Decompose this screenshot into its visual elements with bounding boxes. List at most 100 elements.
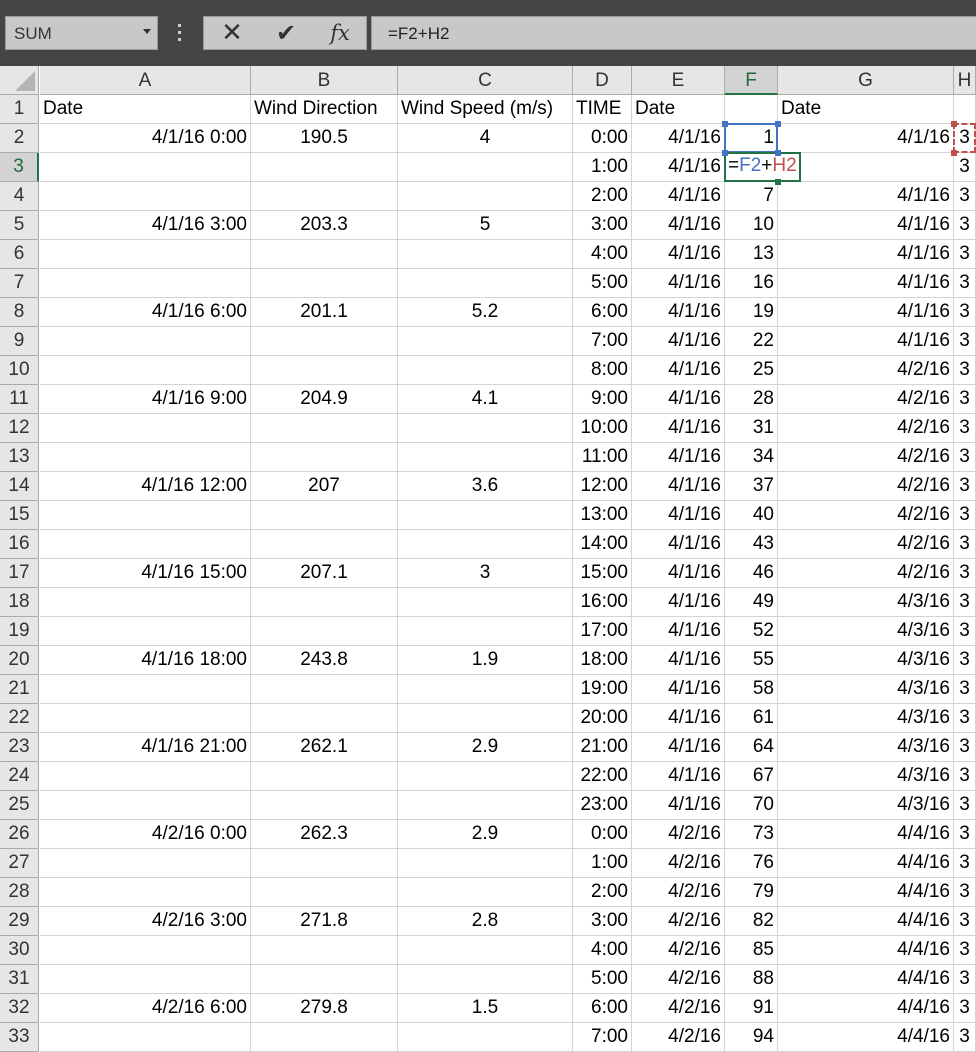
cell-c29[interactable]: 2.8 [398,907,573,936]
cell-c4[interactable] [398,182,573,211]
cell-g2[interactable]: 4/1/16 [778,124,954,153]
cell-f26[interactable]: 73 [725,820,778,849]
cell-f33[interactable]: 94 [725,1023,778,1052]
cell-h18[interactable]: 3 [954,588,976,617]
row-header-13[interactable]: 13 [0,443,39,472]
cell-c17[interactable]: 3 [398,559,573,588]
cell-c30[interactable] [398,936,573,965]
cell-d26[interactable]: 0:00 [573,820,632,849]
cell-d12[interactable]: 10:00 [573,414,632,443]
cell-b7[interactable] [251,269,398,298]
column-header-f[interactable]: F [725,66,778,95]
cell-e4[interactable]: 4/1/16 [632,182,725,211]
row-header-6[interactable]: 6 [0,240,39,269]
cell-c26[interactable]: 2.9 [398,820,573,849]
cell-h24[interactable]: 3 [954,762,976,791]
cell-h26[interactable]: 3 [954,820,976,849]
cell-c5[interactable]: 5 [398,211,573,240]
cancel-icon[interactable]: ✕ [214,17,250,49]
cell-h12[interactable]: 3 [954,414,976,443]
cell-g8[interactable]: 4/1/16 [778,298,954,327]
cell-h21[interactable]: 3 [954,675,976,704]
cell-a13[interactable] [40,443,251,472]
cell-b21[interactable] [251,675,398,704]
cell-e15[interactable]: 4/1/16 [632,501,725,530]
cell-c23[interactable]: 2.9 [398,733,573,762]
row-header-17[interactable]: 17 [0,559,39,588]
reference-handle-h2[interactable] [951,121,957,127]
cell-d21[interactable]: 19:00 [573,675,632,704]
cell-h28[interactable]: 3 [954,878,976,907]
cell-c14[interactable]: 3.6 [398,472,573,501]
cell-g23[interactable]: 4/3/16 [778,733,954,762]
cell-d18[interactable]: 16:00 [573,588,632,617]
cell-h31[interactable]: 3 [954,965,976,994]
cell-c24[interactable] [398,762,573,791]
cell-f11[interactable]: 28 [725,385,778,414]
column-header-a[interactable]: A [40,66,251,95]
row-header-21[interactable]: 21 [0,675,39,704]
cell-f29[interactable]: 82 [725,907,778,936]
cell-b16[interactable] [251,530,398,559]
cell-d23[interactable]: 21:00 [573,733,632,762]
cell-b4[interactable] [251,182,398,211]
row-header-27[interactable]: 27 [0,849,39,878]
cell-a22[interactable] [40,704,251,733]
column-header-h[interactable]: H [954,66,976,95]
cell-f6[interactable]: 13 [725,240,778,269]
cell-h16[interactable]: 3 [954,530,976,559]
cell-c28[interactable] [398,878,573,907]
cell-a28[interactable] [40,878,251,907]
cell-g1[interactable]: Date [778,95,954,124]
cell-b12[interactable] [251,414,398,443]
cell-d20[interactable]: 18:00 [573,646,632,675]
row-header-1[interactable]: 1 [0,95,39,124]
cell-b22[interactable] [251,704,398,733]
cell-c11[interactable]: 4.1 [398,385,573,414]
cell-d13[interactable]: 11:00 [573,443,632,472]
cell-g9[interactable]: 4/1/16 [778,327,954,356]
cell-g15[interactable]: 4/2/16 [778,501,954,530]
cell-f8[interactable]: 19 [725,298,778,327]
row-header-19[interactable]: 19 [0,617,39,646]
cell-c31[interactable] [398,965,573,994]
cell-g12[interactable]: 4/2/16 [778,414,954,443]
cell-f18[interactable]: 49 [725,588,778,617]
cell-f19[interactable]: 52 [725,617,778,646]
cell-g13[interactable]: 4/2/16 [778,443,954,472]
cell-g14[interactable]: 4/2/16 [778,472,954,501]
cell-d2[interactable]: 0:00 [573,124,632,153]
cell-c7[interactable] [398,269,573,298]
cell-e10[interactable]: 4/1/16 [632,356,725,385]
cell-d33[interactable]: 7:00 [573,1023,632,1052]
cell-b14[interactable]: 207 [251,472,398,501]
cell-g7[interactable]: 4/1/16 [778,269,954,298]
reference-handle-f2[interactable] [775,150,781,156]
cell-g17[interactable]: 4/2/16 [778,559,954,588]
select-all-button[interactable] [0,66,39,95]
cell-a2[interactable]: 4/1/16 0:00 [40,124,251,153]
row-header-2[interactable]: 2 [0,124,39,153]
cell-c22[interactable] [398,704,573,733]
cell-b31[interactable] [251,965,398,994]
cell-c33[interactable] [398,1023,573,1052]
cell-e14[interactable]: 4/1/16 [632,472,725,501]
cell-c8[interactable]: 5.2 [398,298,573,327]
cell-b32[interactable]: 279.8 [251,994,398,1023]
cell-e5[interactable]: 4/1/16 [632,211,725,240]
cell-h15[interactable]: 3 [954,501,976,530]
row-header-24[interactable]: 24 [0,762,39,791]
cell-e30[interactable]: 4/2/16 [632,936,725,965]
column-header-g[interactable]: G [778,66,954,95]
cell-b6[interactable] [251,240,398,269]
row-header-15[interactable]: 15 [0,501,39,530]
cell-b17[interactable]: 207.1 [251,559,398,588]
cell-g6[interactable]: 4/1/16 [778,240,954,269]
cell-e6[interactable]: 4/1/16 [632,240,725,269]
cell-a27[interactable] [40,849,251,878]
cell-h9[interactable]: 3 [954,327,976,356]
cell-b1[interactable]: Wind Direction [251,95,398,124]
cell-d3[interactable]: 1:00 [573,153,632,182]
cell-h4[interactable]: 3 [954,182,976,211]
row-header-9[interactable]: 9 [0,327,39,356]
